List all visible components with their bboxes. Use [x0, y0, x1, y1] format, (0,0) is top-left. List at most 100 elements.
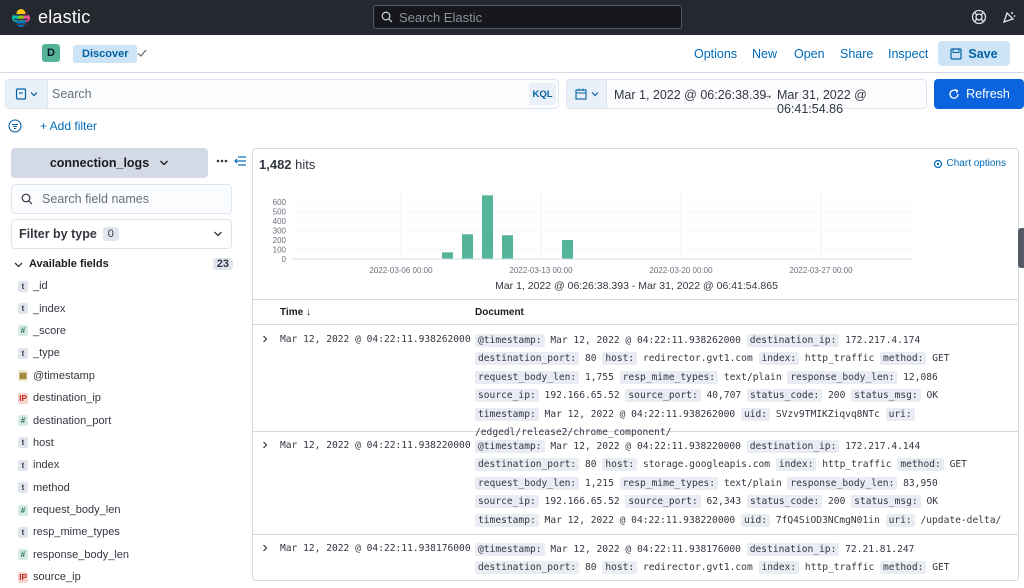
histogram-bar[interactable]	[462, 234, 473, 259]
expand-row-icon[interactable]	[261, 544, 269, 552]
field-item[interactable]: #_score	[18, 320, 233, 342]
field-item[interactable]: ▤@timestamp	[18, 365, 233, 387]
field-key: destination_ip:	[747, 440, 840, 453]
string-type-icon: t	[18, 527, 28, 538]
search-icon	[21, 193, 33, 205]
chart-options-label: Chart options	[947, 158, 1006, 169]
menu-icon[interactable]	[14, 14, 28, 25]
more-icon[interactable]	[216, 159, 228, 163]
query-input[interactable]: Search	[52, 87, 92, 101]
filter-by-type-button[interactable]: Filter by type 0	[11, 219, 232, 249]
field-item[interactable]: #response_body_len	[18, 544, 233, 566]
end-date[interactable]: Mar 31, 2022 @ 06:41:54.86	[777, 88, 926, 116]
global-header: elastic Search Elastic	[0, 0, 1024, 35]
field-value: Mar 12, 2022 @ 04:22:11.938220000	[539, 515, 741, 526]
field-item[interactable]: tmethod	[18, 477, 233, 499]
field-key: method:	[897, 458, 943, 471]
field-value: SVzv9TMIKZiqvq8NTc	[770, 409, 886, 420]
open-link[interactable]: Open	[794, 47, 825, 61]
number-type-icon: #	[18, 415, 28, 426]
field-search-input[interactable]: Search field names	[11, 184, 232, 214]
field-value: 172.217.4.174	[839, 335, 920, 346]
field-key: method:	[880, 352, 926, 365]
filter-by-type-label: Filter by type	[19, 227, 97, 241]
expand-row-icon[interactable]	[261, 441, 269, 449]
sidebar-actions	[216, 156, 246, 166]
field-value: 72.21.81.247	[839, 544, 914, 555]
field-name: _type	[33, 347, 60, 359]
field-name: destination_port	[33, 415, 111, 427]
field-key: status_msg:	[851, 495, 921, 508]
y-tick-label: 500	[273, 208, 287, 217]
x-tick-label: 2022-03-13 00:00	[509, 266, 573, 275]
field-item[interactable]: IPsource_ip	[18, 566, 233, 588]
field-value: Mar 12, 2022 @ 04:22:11.938176000	[545, 544, 747, 555]
field-value: GET	[926, 562, 949, 573]
field-item[interactable]: #request_body_len	[18, 499, 233, 521]
saved-query-button[interactable]	[6, 80, 48, 108]
number-type-icon: #	[18, 549, 28, 560]
field-item[interactable]: tresp_mime_types	[18, 521, 233, 543]
histogram-bar[interactable]	[482, 195, 493, 259]
row-document: @timestamp: Mar 12, 2022 @ 04:22:11.9382…	[475, 438, 1005, 530]
histogram-bar[interactable]	[562, 240, 573, 259]
y-tick-label: 200	[273, 236, 287, 245]
field-name: method	[33, 482, 70, 494]
expand-row-icon[interactable]	[261, 335, 269, 343]
field-value: 83,950	[897, 478, 937, 489]
add-filter-button[interactable]: + Add filter	[40, 119, 97, 133]
field-value: 80	[579, 353, 602, 364]
field-key: uri:	[886, 514, 915, 527]
field-key: status_msg:	[851, 389, 921, 402]
kql-toggle[interactable]: KQL	[529, 83, 556, 105]
field-key: host:	[602, 458, 637, 471]
help-icon[interactable]	[971, 9, 987, 25]
histogram-bar[interactable]	[442, 252, 453, 259]
options-link[interactable]: Options	[694, 47, 737, 61]
field-item[interactable]: t_id	[18, 275, 233, 297]
field-value: Mar 12, 2022 @ 04:22:11.938262000	[539, 409, 741, 420]
new-link[interactable]: New	[752, 47, 777, 61]
flyout-handle[interactable]	[1018, 228, 1024, 268]
chart-options-button[interactable]: Chart options	[933, 158, 1006, 169]
field-key: host:	[602, 352, 637, 365]
row-time: Mar 12, 2022 @ 04:22:11.938176000	[280, 543, 471, 554]
global-search-input[interactable]: Search Elastic	[373, 5, 682, 29]
field-key: status_code:	[747, 495, 822, 508]
field-key: destination_port:	[475, 352, 579, 365]
field-item[interactable]: tindex	[18, 454, 233, 476]
column-time[interactable]: Time ↓	[280, 307, 311, 318]
field-item[interactable]: t_index	[18, 297, 233, 319]
field-value: 80	[579, 562, 602, 573]
quick-menu-button[interactable]	[567, 80, 607, 108]
index-pattern-selector[interactable]: connection_logs	[11, 148, 208, 178]
newsfeed-icon[interactable]	[1001, 9, 1017, 25]
field-key: @timestamp:	[475, 543, 545, 556]
space-avatar[interactable]: D	[42, 44, 60, 62]
filter-menu-icon[interactable]	[8, 119, 22, 133]
string-type-icon: t	[18, 460, 28, 471]
y-tick-label: 0	[282, 255, 287, 264]
field-item[interactable]: IPdestination_ip	[18, 387, 233, 409]
field-name: _id	[33, 280, 48, 292]
breadcrumb-discover[interactable]: Discover	[73, 45, 137, 63]
share-link[interactable]: Share	[840, 47, 873, 61]
histogram-bar[interactable]	[502, 235, 513, 259]
available-fields-toggle[interactable]: Available fields 23	[14, 257, 233, 271]
field-item[interactable]: # destination_port	[18, 409, 233, 431]
refresh-button[interactable]: Refresh	[934, 79, 1024, 109]
collapse-sidebar-icon[interactable]	[234, 156, 246, 166]
inspect-link[interactable]: Inspect	[888, 47, 928, 61]
field-key: response_body_len:	[787, 477, 897, 490]
ip-type-icon: IP	[18, 393, 28, 404]
start-date[interactable]: Mar 1, 2022 @ 06:26:38.39	[614, 88, 766, 102]
column-document: Document	[475, 307, 524, 318]
search-placeholder: Search Elastic	[399, 10, 482, 25]
field-item[interactable]: t_type	[18, 342, 233, 364]
row-document: @timestamp: Mar 12, 2022 @ 04:22:11.9382…	[475, 332, 1005, 442]
y-tick-label: 100	[273, 246, 287, 255]
field-item[interactable]: thost	[18, 432, 233, 454]
row-time: Mar 12, 2022 @ 04:22:11.938262000	[280, 334, 471, 345]
chevron-down-icon	[14, 260, 23, 269]
save-button[interactable]: Save	[938, 41, 1010, 66]
